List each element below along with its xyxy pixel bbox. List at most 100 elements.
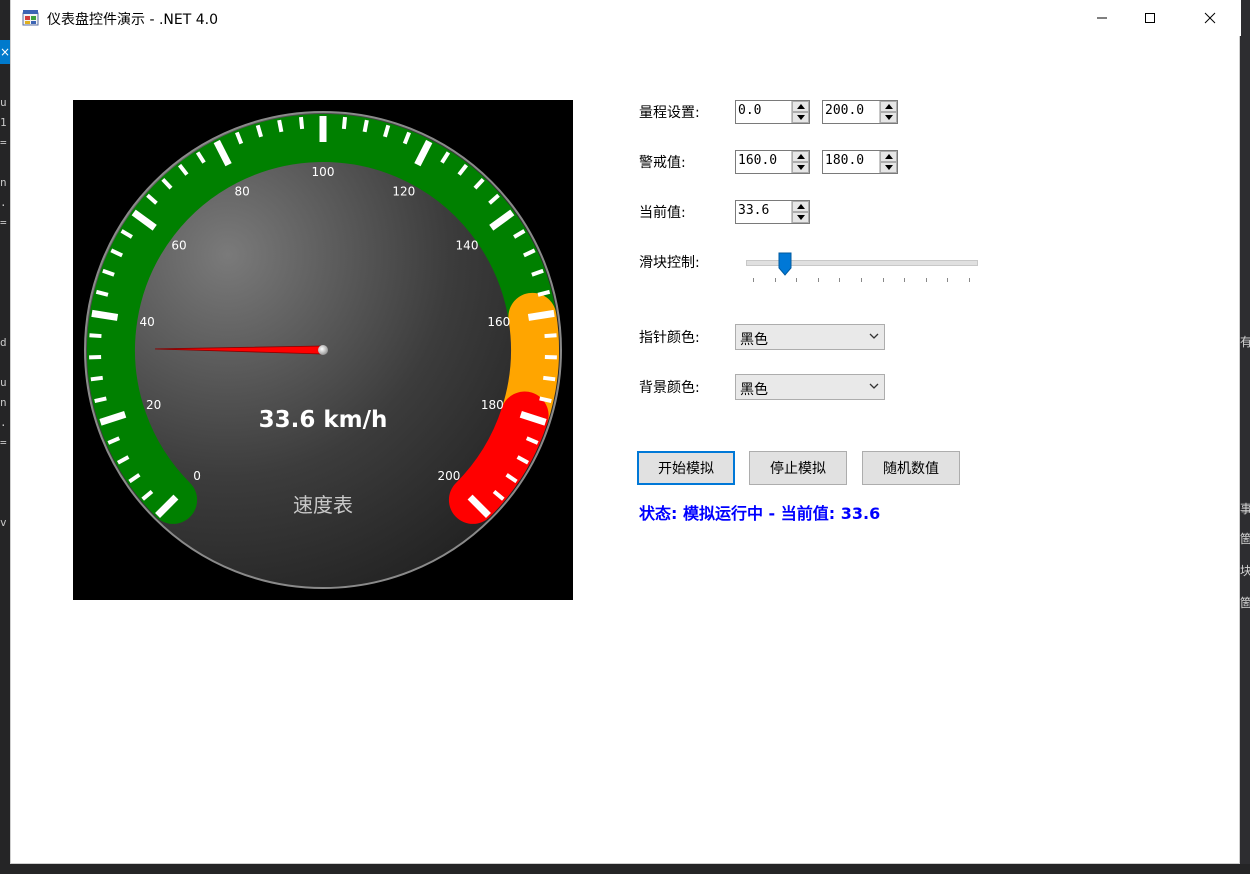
spin-up-button[interactable] (792, 201, 809, 212)
slider-tick (753, 278, 754, 282)
bg-color-select[interactable]: 黑色 (735, 374, 885, 400)
gauge-control: 0 20 40 60 80 100 120 140 160 180 200 33.6 km/h 速度… (73, 100, 573, 600)
minor-tick (89, 333, 102, 339)
scale-label: 120 (392, 184, 415, 198)
random-value-button[interactable]: 随机数值 (862, 451, 960, 485)
close-icon: × (0, 40, 10, 64)
stop-simulation-button[interactable]: 停止模拟 (749, 451, 847, 485)
warning-max-spinner[interactable]: 180.0 (822, 150, 898, 174)
gauge-value-text: 33.6 km/h (259, 407, 388, 433)
maximize-icon (1145, 13, 1155, 23)
arrow-down-icon (797, 115, 805, 120)
warning-min-spinner[interactable]: 160.0 (735, 150, 810, 174)
minor-tick (298, 116, 305, 130)
arrow-up-icon (797, 154, 805, 159)
range-max-value[interactable]: 200.0 (825, 103, 864, 118)
scale-label: 20 (146, 398, 161, 412)
arrow-up-icon (885, 104, 893, 109)
chevron-down-icon (869, 333, 879, 339)
app-window: 仪表盘控件演示 - .NET 4.0 0 20 40 60 80 100 120… (10, 0, 1241, 864)
spin-down-button[interactable] (792, 112, 809, 123)
spin-down-button[interactable] (880, 112, 897, 123)
arrow-up-icon (885, 154, 893, 159)
range-label: 量程设置: (639, 105, 700, 121)
slider-tick (796, 278, 798, 282)
status-text: 状态: 模拟运行中 - 当前值: 33.6 (639, 504, 881, 523)
range-min-value[interactable]: 0.0 (738, 103, 761, 118)
minor-tick (90, 375, 104, 382)
minor-tick (341, 116, 348, 130)
minor-tick (542, 375, 556, 382)
close-icon (1204, 12, 1216, 24)
scale-label: 180 (481, 398, 504, 412)
minor-tick (539, 396, 552, 403)
needle-color-select[interactable]: 黑色 (735, 324, 885, 350)
slider-tick (839, 278, 841, 282)
needle-color-label: 指针颜色: (639, 330, 700, 346)
spin-down-button[interactable] (792, 212, 809, 223)
minor-tick (544, 333, 557, 339)
close-button[interactable] (1187, 0, 1233, 36)
speedometer-gauge: 0 20 40 60 80 100 120 140 160 180 200 33.6 km/h 速度… (84, 111, 562, 589)
spin-up-button[interactable] (880, 101, 897, 112)
arrow-up-icon (797, 204, 805, 209)
background-ide-bottom (0, 864, 1250, 874)
scale-label: 140 (456, 238, 479, 252)
slider-thumb[interactable] (778, 252, 792, 276)
warning-min-value[interactable]: 160.0 (738, 153, 777, 168)
spin-down-button[interactable] (880, 162, 897, 173)
background-ide-left: × u 1 = n . = d u n . = v (0, 0, 10, 874)
value-slider[interactable] (736, 250, 978, 286)
current-value[interactable]: 33.6 (738, 203, 769, 218)
scale-label: 60 (171, 238, 186, 252)
minor-tick (362, 119, 369, 133)
window-title: 仪表盘控件演示 - .NET 4.0 (47, 12, 218, 28)
scale-label: 200 (437, 469, 460, 483)
start-simulation-button[interactable]: 开始模拟 (637, 451, 735, 485)
slider-tick (904, 278, 906, 282)
minor-tick (277, 119, 284, 133)
spin-up-button[interactable] (792, 101, 809, 112)
slider-label: 滑块控制: (639, 255, 700, 271)
slider-tick (774, 278, 776, 282)
minimize-icon (1097, 17, 1107, 19)
scale-label: 0 (193, 469, 201, 483)
gauge-caption: 速度表 (293, 493, 353, 517)
chevron-down-icon (869, 383, 879, 389)
arrow-down-icon (797, 165, 805, 170)
scale-label: 80 (235, 184, 250, 198)
scale-label: 40 (140, 315, 155, 329)
arrow-down-icon (885, 115, 893, 120)
arrow-up-icon (797, 104, 805, 109)
background-ide-right: 有 事 箇 块 箇 (1240, 0, 1250, 874)
warning-label: 警戒值: (639, 155, 686, 171)
slider-tick (817, 278, 819, 282)
scale-label: 100 (312, 165, 335, 179)
spin-up-button[interactable] (792, 151, 809, 162)
spin-up-button[interactable] (880, 151, 897, 162)
needle-color-value: 黑色 (740, 332, 768, 348)
minor-tick (94, 396, 107, 403)
scale-label: 160 (487, 315, 510, 329)
arrow-down-icon (797, 215, 805, 220)
bg-color-value: 黑色 (740, 382, 768, 398)
slider-tick (947, 278, 949, 282)
spin-down-button[interactable] (792, 162, 809, 173)
slider-tick (925, 278, 927, 282)
slider-tick (882, 278, 884, 282)
needle-pivot (318, 345, 328, 355)
minimize-button[interactable] (1079, 0, 1125, 36)
app-icon (22, 10, 39, 26)
bg-color-label: 背景颜色: (639, 380, 700, 396)
range-max-spinner[interactable]: 200.0 (822, 100, 898, 124)
arrow-down-icon (885, 165, 893, 170)
current-value-label: 当前值: (639, 205, 686, 221)
current-value-spinner[interactable]: 33.6 (735, 200, 810, 224)
maximize-button[interactable] (1127, 0, 1173, 36)
major-tick (91, 309, 119, 321)
warning-max-value[interactable]: 180.0 (825, 153, 864, 168)
slider-tick (861, 278, 862, 282)
title-bar[interactable]: 仪表盘控件演示 - .NET 4.0 (11, 0, 1241, 36)
range-min-spinner[interactable]: 0.0 (735, 100, 810, 124)
major-tick (527, 309, 555, 321)
